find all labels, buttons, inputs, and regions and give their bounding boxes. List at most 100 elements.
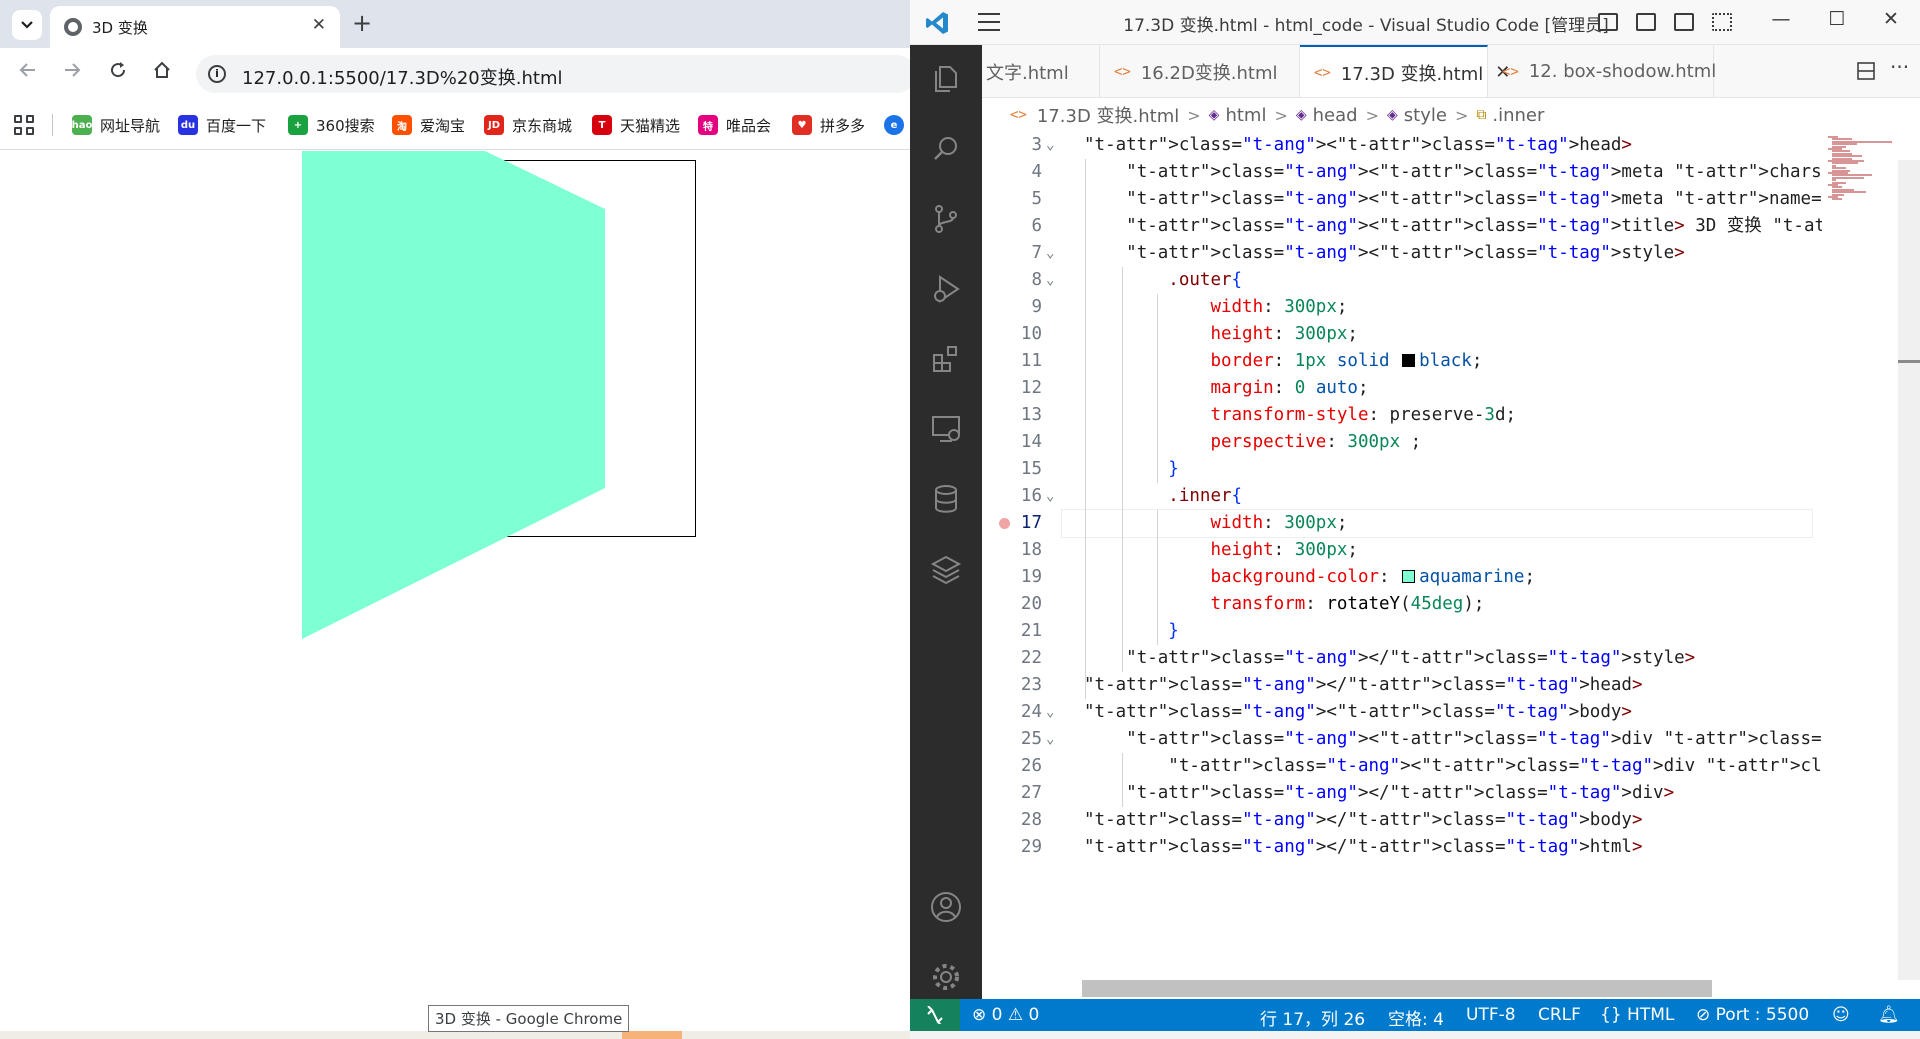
code-line[interactable]: 20 transform: rotateY(45deg); <box>982 591 1812 618</box>
code-line[interactable]: 25 ⌄ "t-attr">class="t-ang"><"t-attr">cla… <box>982 726 1906 753</box>
minimize-icon[interactable]: — <box>1766 8 1796 30</box>
cursor-position[interactable]: 行 17，列 26 <box>1260 1005 1365 1030</box>
notifications-bell-icon[interactable]: 🔔︎ <box>1878 1005 1900 1025</box>
source-control-icon[interactable] <box>928 201 964 237</box>
bookmark-item[interactable]: hao 网址导航 <box>72 114 160 136</box>
fold-chevron-icon[interactable]: ⌄ <box>1046 726 1054 753</box>
apps-grid-icon[interactable] <box>14 115 34 135</box>
code-line[interactable]: 29 "t-attr">class="t-ang"></"t-attr">clas… <box>982 834 1812 861</box>
encoding[interactable]: UTF-8 <box>1466 1005 1516 1025</box>
language-mode[interactable]: {} HTML <box>1600 1005 1674 1025</box>
breadcrumb-selector[interactable]: ⧉ .inner <box>1476 105 1544 126</box>
breadcrumb-label: html <box>1225 104 1267 126</box>
bookmark-item[interactable]: +360搜索 <box>288 114 375 136</box>
bookmark-item[interactable]: ♥ 拼多多 <box>792 114 865 136</box>
code-line[interactable]: 5 "t-attr">class="t-ang"><"t-attr">class… <box>982 186 1920 213</box>
scrollbar-thumb[interactable] <box>1898 360 1920 363</box>
line-ending[interactable]: CRLF <box>1538 1005 1581 1025</box>
menu-icon[interactable] <box>978 13 1000 31</box>
breadcrumb-style[interactable]: ◈ style <box>1387 105 1447 126</box>
extensions-icon[interactable] <box>928 341 964 377</box>
fold-chevron-icon[interactable]: ⌄ <box>1046 483 1054 510</box>
code-line[interactable]: 6 "t-attr">class="t-ang"><"t-attr">class… <box>982 213 1920 240</box>
code-line[interactable]: 21 } <box>982 618 1812 645</box>
code-editor[interactable]: 3 ⌄ "t-attr">class="t-ang"><"t-attr">class… <box>982 132 1920 980</box>
code-line[interactable]: 26 "t-attr">class="t-ang"><"t-attr">clas… <box>982 753 1920 780</box>
breadcrumb-file[interactable]: <> 17.3D 变换.html <box>1010 102 1179 128</box>
reload-icon[interactable] <box>104 60 132 85</box>
toggle-panel-icon[interactable] <box>1636 13 1656 31</box>
bookmark-label: 爱淘宝 <box>420 116 466 135</box>
remote-indicator-icon[interactable] <box>910 999 960 1031</box>
tab-wenzi[interactable]: 文字.html <box>982 45 1100 97</box>
code-line[interactable]: 7 ⌄ "t-attr">class="t-ang"><"t-attr">clas… <box>982 240 1812 267</box>
close-icon[interactable]: ✕ <box>312 15 326 35</box>
bookmark-overflow-icon[interactable]: e <box>884 114 912 136</box>
code-line[interactable]: 9 width: 300px; <box>982 294 1812 321</box>
code-line[interactable]: 3 ⌄ "t-attr">class="t-ang"><"t-attr">class… <box>982 132 1812 159</box>
code-line[interactable]: 24 ⌄ "t-attr">class="t-ang"><"t-attr">clas… <box>982 699 1812 726</box>
new-tab-button[interactable]: + <box>352 9 372 37</box>
code-line[interactable]: 12 margin: 0 auto; <box>982 375 1812 402</box>
breadcrumb-html[interactable]: ◈ html <box>1209 105 1267 126</box>
bookmark-item[interactable]: 淘爱淘宝 <box>392 114 465 136</box>
fold-chevron-icon[interactable]: ⌄ <box>1046 267 1054 294</box>
explorer-icon[interactable] <box>928 61 964 97</box>
code-line[interactable]: 18 height: 300px; <box>982 537 1812 564</box>
browser-tab-active[interactable]: 3D 变换 ✕ <box>50 6 340 48</box>
code-text: .outer{ <box>1168 270 1243 290</box>
code-line[interactable]: 11 border: 1px solid black; <box>982 348 1812 375</box>
more-actions-icon[interactable]: ··· <box>1890 55 1909 79</box>
settings-gear-icon[interactable] <box>928 959 964 995</box>
code-line[interactable]: 13 transform-style: preserve-3d; <box>982 402 1812 429</box>
breadcrumb-head[interactable]: ◈ head <box>1296 105 1358 126</box>
database-icon[interactable] <box>928 481 964 517</box>
code-line[interactable]: 17 width: 300px; <box>982 510 1812 537</box>
close-window-icon[interactable]: ✕ <box>1876 8 1906 30</box>
maximize-icon[interactable]: ☐ <box>1822 8 1852 30</box>
split-editor-icon[interactable] <box>1856 61 1876 81</box>
code-line[interactable]: 28 "t-attr">class="t-ang"></"t-attr">clas… <box>982 807 1812 834</box>
info-icon[interactable]: i <box>208 65 226 83</box>
run-debug-icon[interactable] <box>928 271 964 307</box>
forward-icon[interactable] <box>58 60 86 85</box>
account-icon[interactable] <box>928 889 964 925</box>
code-line[interactable]: 15 } <box>982 456 1812 483</box>
bookmark-item[interactable]: T 天猫精选 <box>592 114 680 136</box>
code-line[interactable]: 16 ⌄ .inner{ <box>982 483 1812 510</box>
indentation[interactable]: 空格: 4 <box>1388 1005 1444 1030</box>
bookmark-item[interactable]: du 百度一下 <box>178 114 266 136</box>
horizontal-scrollbar[interactable] <box>1082 980 1712 997</box>
fold-chevron-icon[interactable]: ⌄ <box>1046 240 1054 267</box>
live-server-port[interactable]: ⊘ Port : 5500 <box>1696 1005 1809 1025</box>
search-icon[interactable] <box>928 131 964 167</box>
feedback-icon[interactable]: ☺ <box>1832 1005 1850 1025</box>
bookmark-item[interactable]: JD 京东商城 <box>484 114 572 136</box>
bookmark-item[interactable]: 特唯品会 <box>698 114 771 136</box>
code-line[interactable]: 22 "t-attr">class="t-ang"></"t-attr">cla… <box>982 645 1812 672</box>
tab-2d-transform[interactable]: <> 16.2D变换.html <box>1100 45 1300 97</box>
code-line[interactable]: 4 "t-attr">class="t-ang"><"t-attr">class… <box>982 159 1920 186</box>
back-icon[interactable] <box>14 60 42 85</box>
code-line[interactable]: 14 perspective: 300px ; <box>982 429 1812 456</box>
toggle-secondary-sidebar-icon[interactable] <box>1674 13 1694 31</box>
tab-3d-transform[interactable]: <> 17.3D 变换.html ✕ <box>1300 45 1510 97</box>
code-line[interactable]: 23 "t-attr">class="t-ang"></"t-attr">clas… <box>982 672 1812 699</box>
tab-box-shadow[interactable]: <> 12. box-shodow.html <box>1488 45 1716 97</box>
code-line[interactable]: 19 background-color: aquamarine; <box>982 564 1812 591</box>
tab-search-button[interactable] <box>12 10 42 40</box>
fold-chevron-icon[interactable]: ⌄ <box>1046 132 1054 159</box>
layers-icon[interactable] <box>928 551 964 587</box>
code-line[interactable]: 27 "t-attr">class="t-ang"></"t-attr">cla… <box>982 780 1812 807</box>
fold-chevron-icon[interactable]: ⌄ <box>1046 699 1054 726</box>
indent-guide <box>1122 267 1123 672</box>
toggle-primary-sidebar-icon[interactable] <box>1598 13 1618 31</box>
code-line[interactable]: 10 height: 300px; <box>982 321 1812 348</box>
code-line[interactable]: 8 ⌄ .outer{ <box>982 267 1812 294</box>
address-bar[interactable]: i 127.0.0.1:5500/17.3D%20变换.html <box>196 55 916 93</box>
remote-explorer-icon[interactable] <box>928 411 964 447</box>
customize-layout-icon[interactable] <box>1712 13 1732 31</box>
problems-indicator[interactable]: ⊗ 0 ⚠ 0 <box>972 1005 1039 1025</box>
home-icon[interactable] <box>148 60 176 85</box>
vertical-scrollbar[interactable] <box>1898 160 1920 980</box>
